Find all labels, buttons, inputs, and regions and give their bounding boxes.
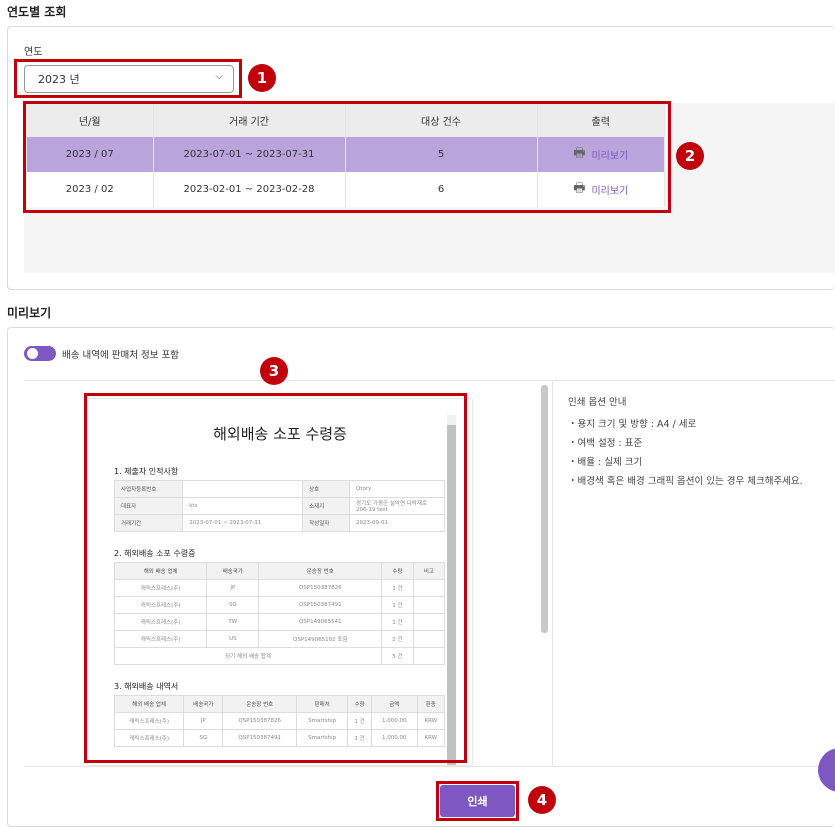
- annotation-badge-3: 3: [260, 357, 288, 385]
- print-info-title: 인쇄 옵션 안내: [568, 397, 627, 408]
- print-info-item: ・배경색 혹은 배경 그래픽 옵션이 있는 경우 체크해주세요.: [568, 476, 803, 487]
- print-info-item: ・용지 크기 및 방향 : A4 / 세로: [568, 419, 697, 430]
- preview-scrollbar[interactable]: [541, 385, 548, 633]
- yearly-section-title: 연도별 조회: [7, 5, 67, 19]
- print-info-item: ・여백 설정 : 표준: [568, 438, 643, 449]
- divider: [24, 380, 835, 381]
- annotation-box-4: [436, 781, 519, 821]
- annotation-badge-2: 2: [676, 142, 704, 170]
- print-options-guide: 인쇄 옵션 안내 ・용지 크기 및 방향 : A4 / 세로 ・여백 설정 : …: [568, 393, 803, 491]
- print-info-item: ・배율 : 실제 크기: [568, 457, 643, 468]
- divider: [24, 766, 835, 767]
- year-label: 연도: [24, 47, 43, 58]
- toggle-label: 배송 내역에 판매처 정보 포함: [62, 350, 179, 361]
- preview-section-title: 미리보기: [7, 306, 52, 320]
- annotation-badge-4: 4: [528, 786, 556, 814]
- annotation-badge-1: 1: [248, 64, 276, 92]
- divider: [552, 381, 553, 766]
- annotation-box-2: [23, 101, 671, 213]
- annotation-box-1: [14, 59, 242, 98]
- seller-info-toggle[interactable]: [24, 346, 56, 361]
- annotation-box-3: [84, 393, 467, 763]
